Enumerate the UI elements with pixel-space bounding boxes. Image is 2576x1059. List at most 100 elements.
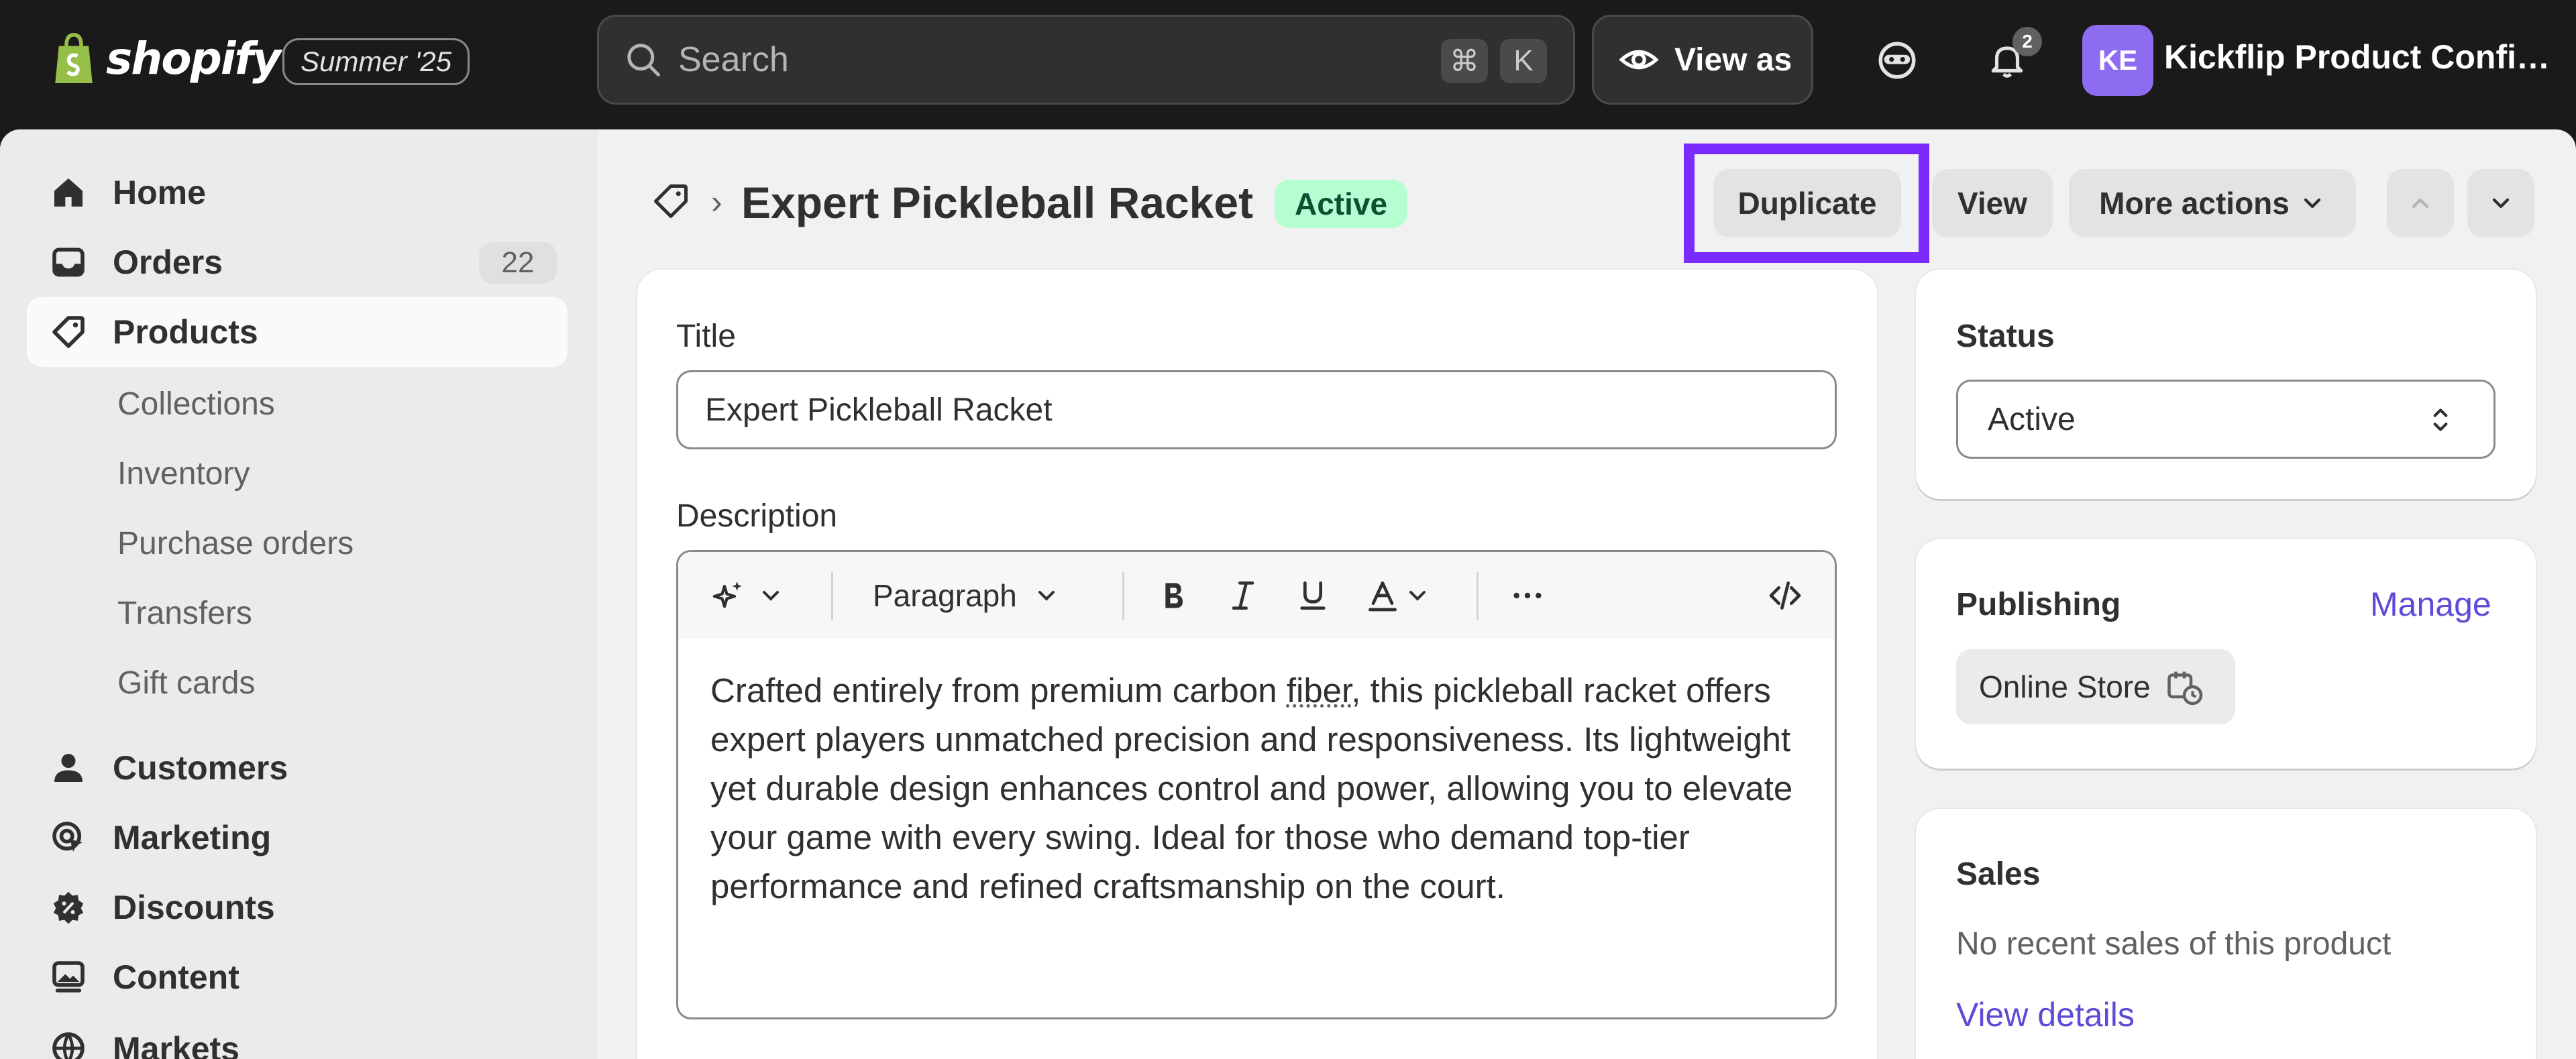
text-color-icon (1364, 577, 1401, 614)
next-product-button[interactable] (2467, 169, 2534, 237)
toolbar-divider (1477, 572, 1479, 620)
store-name[interactable]: Kickflip Product Configurator (2164, 38, 2567, 76)
title-input[interactable]: Expert Pickleball Racket (676, 370, 1837, 449)
view-as-button[interactable]: View as (1592, 15, 1813, 105)
more-formatting-button[interactable] (1509, 573, 1546, 618)
chevron-down-icon (1033, 582, 1060, 609)
image-content-icon (50, 958, 87, 996)
target-icon (50, 819, 87, 856)
italic-icon (1224, 577, 1262, 614)
sidebar-item-label: Discounts (113, 888, 275, 927)
ai-generate-button[interactable] (710, 573, 784, 618)
brand-name: shopify (106, 33, 280, 85)
sidebar-subitem-purchase-orders[interactable]: Purchase orders (117, 525, 354, 562)
toolbar-divider (1122, 572, 1124, 620)
sidebar-subitem-transfers[interactable]: Transfers (117, 595, 252, 632)
chevron-down-icon (757, 582, 784, 609)
toolbar-divider (831, 572, 833, 620)
sidebar: Home Orders 22 Products Collections Inve… (0, 129, 597, 1059)
previous-product-button[interactable] (2387, 169, 2454, 237)
calendar-clock-icon (2164, 667, 2204, 707)
k-key: K (1500, 39, 1547, 83)
status-badge: Active (1275, 180, 1407, 228)
sidebar-item-label: Marketing (113, 818, 271, 857)
view-as-label: View as (1674, 42, 1792, 78)
chevron-down-icon (1404, 582, 1431, 609)
sidebar-item-products[interactable]: Products (27, 297, 568, 367)
sidebar-item-label: Customers (113, 748, 288, 787)
search-input[interactable]: Search ⌘ K (597, 15, 1575, 105)
sidebar-subitem-gift-cards[interactable]: Gift cards (117, 665, 255, 702)
page-title: Expert Pickleball Racket (741, 177, 1253, 228)
search-placeholder: Search (678, 40, 789, 80)
title-label: Title (676, 318, 736, 355)
sidebar-item-marketing[interactable]: Marketing (27, 803, 568, 873)
command-key-icon: ⌘ (1441, 39, 1488, 83)
channel-label: Online Store (1979, 669, 2151, 705)
sidebar-item-markets[interactable]: Markets (27, 1012, 568, 1059)
sidebar-subitem-collections[interactable]: Collections (117, 386, 275, 423)
notification-count: 2 (2012, 27, 2042, 56)
sidebar-item-home[interactable]: Home (27, 158, 568, 227)
italic-button[interactable] (1224, 573, 1262, 618)
shopify-logo[interactable]: shopify (47, 30, 280, 87)
sidebar-item-label: Products (113, 313, 258, 351)
manage-link[interactable]: Manage (2370, 585, 2491, 624)
breadcrumb-separator: › (711, 182, 722, 221)
status-label: Status (1956, 318, 2055, 355)
bold-button[interactable] (1155, 573, 1192, 618)
eye-icon (1618, 39, 1660, 80)
view-button[interactable]: View (1932, 169, 2053, 237)
edition-badge[interactable]: Summer '25 (282, 38, 470, 85)
description-editor[interactable]: Paragraph Crafted entirely from premium … (676, 550, 1837, 1019)
editor-toolbar: Paragraph (678, 552, 1835, 639)
search-icon (623, 40, 663, 80)
top-bar: shopify Summer '25 Search ⌘ K View as 2 … (0, 0, 2576, 129)
products-breadcrumb-icon[interactable] (651, 181, 691, 221)
status-select-value: Active (1988, 401, 2076, 438)
paragraph-select[interactable]: Paragraph (873, 573, 1060, 618)
sidebar-item-label: Markets (113, 1029, 239, 1059)
sales-empty-text: No recent sales of this product (1956, 926, 2391, 962)
sidebar-item-content[interactable]: Content (27, 942, 568, 1012)
sidebar-item-discounts[interactable]: Discounts (27, 873, 568, 942)
underline-icon (1294, 577, 1332, 614)
code-icon (1766, 577, 1804, 614)
view-details-link[interactable]: View details (1956, 995, 2135, 1034)
description-text[interactable]: Crafted entirely from premium carbon fib… (710, 666, 1817, 911)
duplicate-highlight-box (1684, 144, 1929, 263)
spellcheck-word: fiber (1287, 671, 1351, 710)
sidebar-item-label: Home (113, 173, 206, 212)
person-icon (50, 749, 87, 787)
paragraph-label: Paragraph (873, 577, 1017, 614)
sparkle-icon (710, 577, 748, 614)
more-actions-label: More actions (2099, 185, 2290, 221)
chevron-down-icon (2299, 190, 2326, 217)
online-store-channel-chip[interactable]: Online Store (1956, 649, 2235, 724)
orders-count-badge: 22 (479, 242, 557, 284)
sidebar-item-customers[interactable]: Customers (27, 733, 568, 803)
sidekick-icon[interactable] (1870, 34, 1924, 87)
status-select[interactable]: Active (1956, 380, 2496, 459)
ellipsis-icon (1509, 577, 1546, 614)
tag-icon (50, 313, 87, 351)
inbox-icon (50, 243, 87, 281)
description-text-part: Crafted entirely from premium carbon (710, 671, 1287, 710)
discount-badge-icon (50, 889, 87, 926)
shopify-bag-icon (47, 30, 101, 87)
sales-label: Sales (1956, 856, 2040, 893)
home-icon (50, 174, 87, 211)
avatar[interactable]: KE (2082, 25, 2153, 96)
text-color-button[interactable] (1364, 573, 1431, 618)
more-actions-button[interactable]: More actions (2069, 169, 2356, 237)
bold-icon (1155, 577, 1192, 614)
chevron-down-icon (2487, 190, 2514, 217)
underline-button[interactable] (1294, 573, 1332, 618)
sidebar-item-orders[interactable]: Orders 22 (27, 227, 568, 297)
html-code-button[interactable] (1766, 573, 1804, 618)
publishing-label: Publishing (1956, 586, 2121, 623)
globe-icon (50, 1029, 87, 1059)
sidebar-subitem-inventory[interactable]: Inventory (117, 455, 250, 492)
description-label: Description (676, 498, 837, 535)
chevron-up-icon (2407, 190, 2434, 217)
